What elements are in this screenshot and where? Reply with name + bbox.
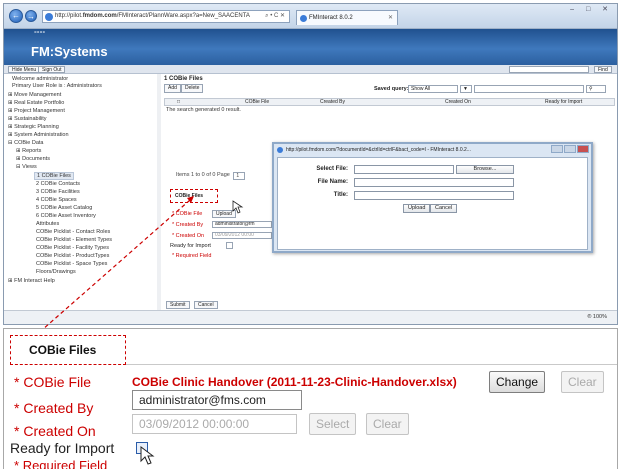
clear-date-button[interactable]: Clear — [366, 413, 409, 435]
zoomed-required-field-note: * Required Field — [14, 458, 108, 469]
zoomed-tab-cobie-files[interactable]: COBie Files — [10, 335, 126, 365]
tab-divider — [126, 364, 617, 365]
zoomed-created-by-label: * Created By — [14, 400, 94, 416]
required-asterisk: * — [14, 423, 20, 439]
change-button[interactable]: Change — [489, 371, 546, 393]
mouse-cursor-icon — [140, 446, 155, 465]
zoomed-cobie-file-label: * COBie File — [14, 374, 92, 390]
select-date-button[interactable]: Select — [309, 413, 357, 435]
created-on-field[interactable]: 03/09/2012 00:00:00 — [132, 414, 297, 434]
clear-file-button[interactable]: Clear — [561, 371, 604, 393]
created-by-field[interactable]: administrator@fms.com — [132, 390, 302, 410]
cobie-file-value[interactable]: COBie Clinic Handover (2011-11-23-Clinic… — [132, 375, 457, 389]
required-asterisk: * — [14, 374, 20, 390]
zoomed-form-panel: COBie Files * COBie File COBie Clinic Ha… — [3, 328, 618, 469]
zoomed-ready-for-import-label: Ready for Import — [10, 440, 115, 456]
required-asterisk: * — [14, 400, 20, 416]
zoomed-created-on-label: * Created On — [14, 423, 96, 439]
